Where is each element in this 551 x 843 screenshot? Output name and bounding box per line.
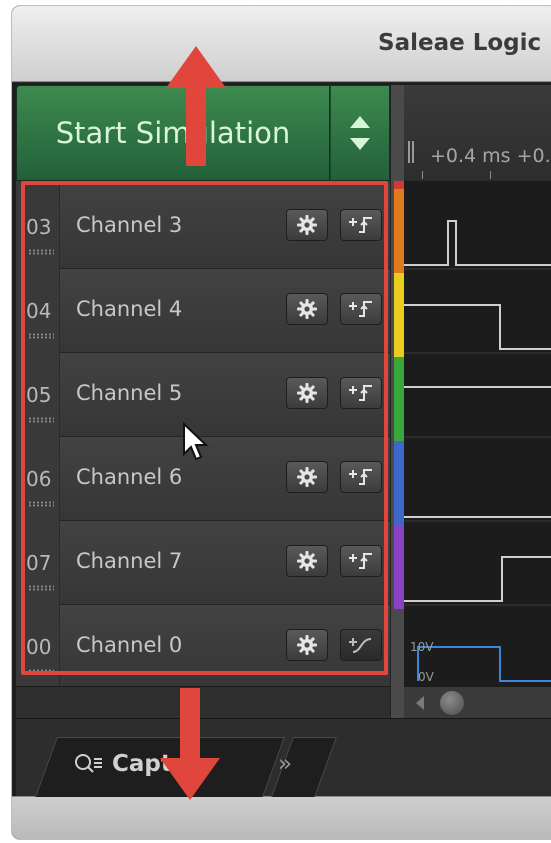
chevron-down-icon: [350, 138, 370, 150]
time-ruler-label: +0.4 ms +0.…: [430, 145, 551, 167]
trigger-button[interactable]: [340, 377, 382, 409]
timeline-header[interactable]: +0.4 ms +0.…: [404, 85, 551, 181]
waveform-channel-7: [404, 556, 551, 602]
channel-settings-button[interactable]: [286, 629, 328, 661]
channel-color-strip: [394, 441, 404, 525]
channel-color-strip: [394, 189, 404, 273]
channel-name[interactable]: Channel 3: [76, 213, 182, 237]
double-chevron-right-icon: »: [278, 751, 293, 777]
channel-name[interactable]: Channel 4: [76, 297, 182, 321]
drag-handle-icon[interactable]: [28, 333, 54, 339]
drag-handle-icon[interactable]: [28, 669, 54, 675]
pause-marker-icon: [408, 141, 414, 163]
gear-icon: [297, 551, 317, 571]
channel-row[interactable]: 00 Channel 0: [16, 605, 390, 686]
channel-name[interactable]: Channel 0: [76, 633, 182, 657]
channel-settings-button[interactable]: [286, 461, 328, 493]
waveform-area[interactable]: 10V 0V: [404, 181, 551, 686]
channel-index: 04: [26, 299, 52, 323]
channel-settings-button[interactable]: [286, 545, 328, 577]
channel-index-cell[interactable]: 05: [16, 353, 60, 437]
channel-color-strip: [394, 181, 404, 189]
tab-more-content[interactable]: »: [278, 751, 292, 777]
gear-icon: [297, 467, 317, 487]
channel-color-strip: [394, 273, 404, 357]
arrow-down-annotation: [160, 688, 220, 800]
gear-icon: [297, 299, 317, 319]
drag-handle-icon[interactable]: [28, 249, 54, 255]
drag-handle-icon[interactable]: [28, 417, 54, 423]
chevron-up-icon: [350, 116, 370, 128]
rising-edge-icon: [349, 385, 372, 401]
scroll-thumb[interactable]: [440, 691, 464, 715]
status-bar: [12, 796, 551, 839]
waveform-traces: 10V 0V: [404, 220, 551, 684]
gear-icon: [297, 635, 317, 655]
channel-settings-button[interactable]: [286, 377, 328, 409]
trigger-button[interactable]: [340, 545, 382, 577]
channel-index-cell[interactable]: 06: [16, 437, 60, 521]
analog-trigger-button[interactable]: [340, 629, 382, 661]
title-bar: Saleae Logic: [12, 6, 551, 82]
channel-index-cell[interactable]: 07: [16, 521, 60, 605]
drag-handle-icon[interactable]: [28, 501, 54, 507]
analog-icon: [349, 638, 372, 653]
channel-index: 05: [26, 383, 52, 407]
analog-scale-bottom: 0V: [418, 670, 435, 684]
rising-edge-icon: [349, 469, 372, 485]
window-title: Saleae Logic: [378, 30, 542, 56]
channel-settings-button[interactable]: [286, 209, 328, 241]
analog-scale-top: 10V: [410, 640, 434, 654]
search-list-icon: [75, 754, 102, 773]
bottom-tab-bar: Capt »: [16, 718, 551, 797]
channel-index-cell[interactable]: 03: [16, 185, 60, 269]
drag-handle-icon[interactable]: [28, 585, 54, 591]
channel-index: 06: [26, 467, 52, 491]
channel-index-cell[interactable]: 00: [16, 605, 60, 686]
waveform-channel-0: [417, 646, 551, 682]
rising-edge-icon: [349, 301, 372, 317]
gear-icon: [297, 383, 317, 403]
ruler-ticks: [404, 171, 551, 179]
waveform-channel-3: [404, 220, 551, 266]
trigger-button[interactable]: [340, 461, 382, 493]
arrow-up-annotation: [166, 46, 226, 166]
channel-row[interactable]: 03 Channel 3: [16, 185, 390, 269]
rising-edge-icon: [349, 553, 372, 569]
channel-row[interactable]: 04 Channel 4: [16, 269, 390, 353]
channel-index: 03: [26, 215, 52, 239]
rising-edge-icon: [349, 217, 372, 233]
gear-icon: [297, 215, 317, 235]
channel-settings-button[interactable]: [286, 293, 328, 325]
channel-color-strip: [394, 525, 404, 609]
waveform-scrollbar[interactable]: [404, 686, 551, 718]
channel-name[interactable]: Channel 6: [76, 465, 182, 489]
waveform-channel-4: [404, 304, 551, 350]
channel-row[interactable]: 07 Channel 7: [16, 521, 390, 605]
trigger-button[interactable]: [340, 209, 382, 241]
channel-index-cell[interactable]: 04: [16, 269, 60, 353]
simulation-options-stepper[interactable]: [330, 85, 390, 181]
trigger-button[interactable]: [340, 293, 382, 325]
channel-color-strip: [394, 357, 404, 441]
channel-index: 00: [26, 635, 52, 659]
scroll-left-icon[interactable]: [416, 696, 424, 710]
mouse-cursor-icon: [183, 422, 209, 461]
channel-index: 07: [26, 551, 52, 575]
channel-name[interactable]: Channel 7: [76, 549, 182, 573]
channel-name[interactable]: Channel 5: [76, 381, 182, 405]
